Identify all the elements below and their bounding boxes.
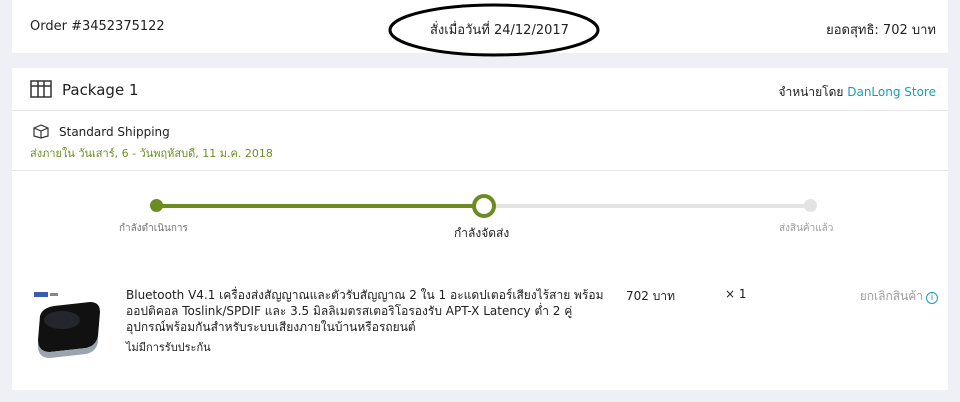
progress-step-dot-delivered	[804, 199, 817, 212]
shipping-info: Standard Shipping ส่งภายใน วันเสาร์, 6 -…	[12, 111, 948, 171]
cancel-item-button[interactable]: ยกเลิกสินค้า i	[860, 287, 938, 306]
warranty-info: ไม่มีการรับประกัน	[126, 341, 211, 354]
progress-track-completed	[157, 204, 484, 208]
seller-info: จำหน่ายโดย DanLong Store	[778, 83, 936, 102]
progress-step-dot-processing	[150, 199, 163, 212]
order-number: Order #3452375122	[30, 19, 165, 34]
package-icon	[30, 80, 52, 102]
order-item: Bluetooth V4.1 เครื่องส่งสัญญาณและตัวรับ…	[12, 280, 948, 380]
order-total: ยอดสุทธิ: 702 บาท	[826, 23, 936, 38]
item-quantity: × 1	[725, 287, 747, 301]
progress-step-dot-shipping	[472, 194, 496, 218]
step-label-processing: กำลังดำเนินการ	[119, 223, 188, 234]
step-label-delivered: ส่งสินค้าแล้ว	[779, 223, 834, 234]
hand-drawn-ellipse-annotation	[388, 3, 600, 57]
package-title: Package 1	[62, 81, 139, 99]
package-header: Package 1 จำหน่ายโดย DanLong Store	[12, 68, 948, 111]
product-name[interactable]: Bluetooth V4.1 เครื่องส่งสัญญาณและตัวรับ…	[126, 287, 610, 335]
step-label-shipping: กำลังจัดส่ง	[454, 226, 510, 240]
progress-track-pending	[484, 204, 810, 208]
delivery-estimate: ส่งภายใน วันเสาร์, 6 - วันพฤหัสบดี, 11 ม…	[30, 147, 273, 160]
shipping-method: Standard Shipping	[59, 125, 170, 139]
shipping-box-icon	[32, 123, 50, 143]
seller-prefix: จำหน่ายโดย	[778, 85, 844, 99]
seller-store-link[interactable]: DanLong Store	[847, 85, 936, 99]
package-card: Package 1 จำหน่ายโดย DanLong Store Stand…	[12, 68, 948, 390]
item-price: 702 บาท	[626, 289, 675, 303]
cancel-item-label[interactable]: ยกเลิกสินค้า	[860, 289, 923, 303]
product-thumbnail[interactable]	[32, 290, 104, 366]
info-icon[interactable]: i	[926, 292, 938, 304]
order-progress-tracker: กำลังดำเนินการ กำลังจัดส่ง ส่งสินค้าแล้ว	[12, 193, 948, 243]
